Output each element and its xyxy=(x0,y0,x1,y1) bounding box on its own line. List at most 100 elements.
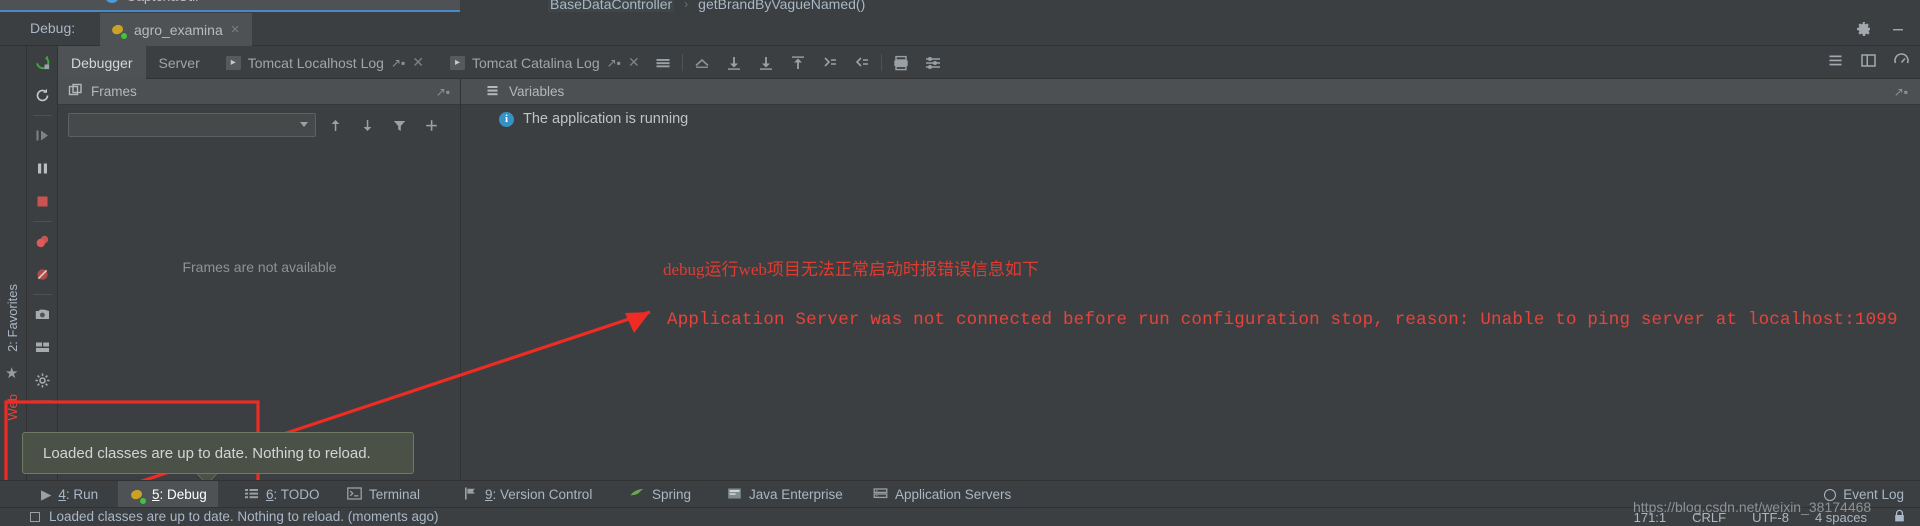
bottom-window-debug-label: : Debug xyxy=(159,487,207,502)
close-icon[interactable]: ✕ xyxy=(628,54,640,71)
lock-icon[interactable] xyxy=(1893,509,1906,526)
rerun-icon[interactable] xyxy=(27,79,58,112)
class-icon: C xyxy=(105,0,119,3)
view-breakpoints-icon[interactable] xyxy=(27,225,58,258)
step-over-icon[interactable] xyxy=(27,119,58,152)
layout-icon[interactable] xyxy=(1860,52,1877,74)
bottom-window-vcs-num: 9 xyxy=(485,487,493,502)
pause-icon[interactable] xyxy=(27,152,58,185)
list-view-icon[interactable] xyxy=(1827,52,1844,74)
close-icon[interactable]: × xyxy=(231,21,240,38)
breadcrumb-method[interactable]: getBrandByVagueNamed() xyxy=(698,0,865,12)
tab-tomcat-catalina-log[interactable]: ▸ Tomcat Catalina Log ↗▪ ✕ xyxy=(437,46,653,79)
add-icon[interactable] xyxy=(418,112,444,138)
thread-selector[interactable] xyxy=(68,113,316,137)
frames-panel-header: Frames ↗▪ xyxy=(58,79,460,105)
chevron-down-icon xyxy=(300,122,308,127)
info-icon: i xyxy=(499,111,514,127)
rail-divider xyxy=(32,221,52,222)
debug-header-actions xyxy=(1856,21,1906,42)
up-arrow-icon[interactable] xyxy=(322,112,348,138)
bottom-window-appservers-label: Application Servers xyxy=(895,487,1012,502)
rail-divider xyxy=(32,400,52,401)
tab-label: Tomcat Localhost Log xyxy=(247,54,384,71)
run-icon: ▸ xyxy=(225,55,241,70)
settings-icon[interactable] xyxy=(27,364,58,397)
pin-icon[interactable]: ↗▪ xyxy=(391,56,405,70)
bottom-window-version-control[interactable]: 9: Version Control xyxy=(452,481,603,508)
status-bar: Loaded classes are up to date. Nothing t… xyxy=(0,507,1920,526)
rail-divider xyxy=(32,115,52,116)
expand-all-icon[interactable] xyxy=(814,46,846,79)
annotation-error-message: Application Server was not connected bef… xyxy=(667,310,1898,330)
tab-server[interactable]: Server xyxy=(146,46,213,79)
status-message-area[interactable]: Loaded classes are up to date. Nothing t… xyxy=(30,509,438,524)
camera-icon[interactable] xyxy=(27,298,58,331)
application-running-status: i The application is running xyxy=(499,111,688,127)
soft-wrap-icon[interactable] xyxy=(686,46,718,79)
filter-icon[interactable] xyxy=(386,112,412,138)
gear-icon[interactable] xyxy=(1856,21,1872,42)
bottom-window-terminal-label: Terminal xyxy=(369,487,421,502)
scroll-up-icon[interactable] xyxy=(782,46,814,79)
variables-icon xyxy=(485,83,500,101)
bottom-window-javaee-label: Java Enterprise xyxy=(749,487,843,502)
reload-tooltip: Loaded classes are up to date. Nothing t… xyxy=(22,432,414,474)
stop-icon[interactable] xyxy=(27,185,58,218)
sidebar-item-web[interactable]: Web xyxy=(5,394,20,421)
bottom-window-spring[interactable]: Spring xyxy=(618,481,702,508)
bottom-window-todo[interactable]: 6: TODO xyxy=(233,481,331,508)
bottom-window-vcs-label: : Version Control xyxy=(492,487,593,502)
bottom-window-debug[interactable]: 5: Debug xyxy=(118,481,218,508)
resume-program-icon[interactable] xyxy=(27,46,58,79)
print-icon[interactable] xyxy=(885,46,917,79)
bottom-window-terminal[interactable]: Terminal xyxy=(336,481,431,508)
application-running-message: The application is running xyxy=(523,111,689,127)
todo-icon xyxy=(244,486,259,504)
bottom-window-spring-label: Spring xyxy=(652,487,692,502)
debug-tabs-row: Debugger Server ▸ Tomcat Localhost Log ↗… xyxy=(58,46,1920,79)
bottom-window-run[interactable]: ▶ 4: Run xyxy=(30,481,109,508)
left-tool-window-bar: 2: Favorites ★ Web xyxy=(0,46,27,480)
collapse-all-icon[interactable] xyxy=(846,46,878,79)
settings-sliders-icon[interactable] xyxy=(917,46,949,79)
bottom-window-todo-num: 6 xyxy=(266,487,274,502)
debug-session-name: agro_examina xyxy=(134,21,223,38)
layout-settings-icon[interactable] xyxy=(27,331,58,364)
frames-icon xyxy=(68,83,83,101)
bug-icon xyxy=(110,22,127,39)
editor-tab-captchautil[interactable]: C CaptchaUtil xyxy=(95,0,208,12)
minimize-icon[interactable] xyxy=(1890,21,1906,42)
frames-title: Frames xyxy=(91,84,137,99)
gauge-icon[interactable] xyxy=(1893,52,1910,74)
tab-debugger[interactable]: Debugger xyxy=(58,46,146,79)
tab-label: Server xyxy=(158,54,200,71)
rail-divider xyxy=(32,294,52,295)
close-icon[interactable]: ✕ xyxy=(412,54,424,71)
play-icon: ▶ xyxy=(41,486,52,502)
log-toolbar xyxy=(647,46,949,79)
variables-title: Variables xyxy=(509,84,565,99)
breadcrumb-class[interactable]: BaseDataController xyxy=(548,0,675,12)
breadcrumb-separator-icon: › xyxy=(684,0,689,11)
mute-breakpoints-icon[interactable] xyxy=(27,258,58,291)
pin-icon[interactable]: ↗▪ xyxy=(1894,85,1908,99)
sidebar-item-favorites[interactable]: 2: Favorites xyxy=(5,284,20,352)
debug-session-tab[interactable]: agro_examina × xyxy=(100,13,252,46)
pin-icon[interactable]: ↗▪ xyxy=(436,85,450,99)
bottom-window-java-enterprise[interactable]: Java Enterprise xyxy=(716,481,854,508)
editor-tab-label: CaptchaUtil xyxy=(126,0,198,4)
scroll-to-end-icon[interactable] xyxy=(718,46,750,79)
down-arrow-icon[interactable] xyxy=(354,112,380,138)
editor-tab-strip xyxy=(0,0,460,12)
toolbar-divider xyxy=(682,54,683,71)
debug-window-label: Debug: xyxy=(30,20,76,36)
bottom-window-run-label: : Run xyxy=(65,487,99,502)
checkbox-icon xyxy=(30,511,40,522)
pin-icon[interactable]: ↗▪ xyxy=(607,56,621,70)
lines-icon[interactable] xyxy=(647,46,679,79)
tab-tomcat-localhost-log[interactable]: ▸ Tomcat Localhost Log ↗▪ ✕ xyxy=(213,46,437,79)
frames-toolbar xyxy=(58,105,461,145)
scroll-down-icon[interactable] xyxy=(750,46,782,79)
bottom-window-application-servers[interactable]: Application Servers xyxy=(862,481,1022,508)
